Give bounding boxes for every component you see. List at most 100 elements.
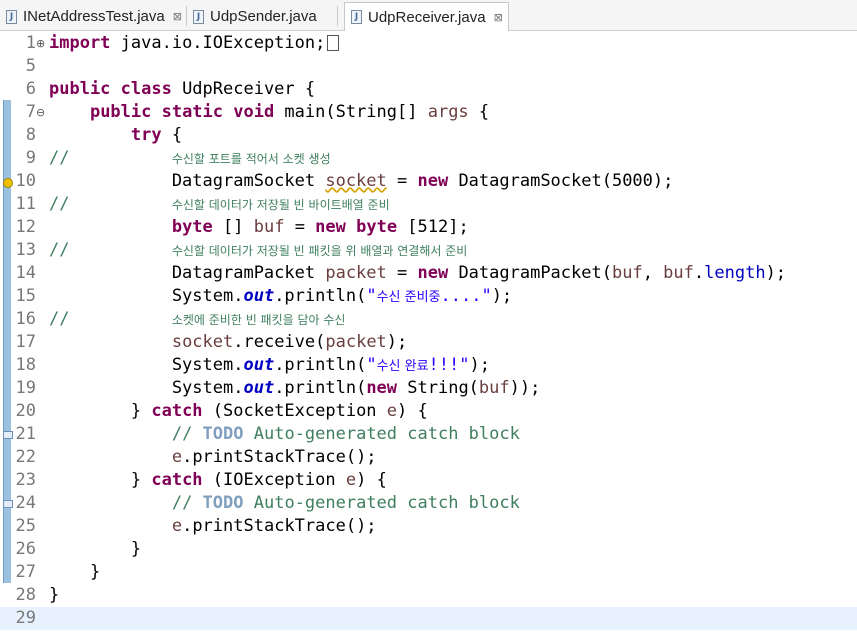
code-text: import java.io.IOException; [49,32,340,55]
code-token: public static void [89,102,285,122]
code-token: try [130,125,162,145]
code-token: String( [397,378,479,398]
code-line[interactable]: 19 System.out.println(new String(buf)); [0,377,857,400]
close-tab-icon[interactable]: ⊠ [173,10,182,23]
code-line[interactable]: 29 [0,607,857,630]
code-token: // [171,424,203,444]
code-line[interactable]: 5 [0,55,857,78]
code-token: System. [49,378,244,398]
code-text: // 수신할 데이터가 저장될 빈 바이트배열 준비 [49,193,390,216]
code-line[interactable]: 18 System.out.println("수신 완료!!!"); [0,354,857,377]
code-text: // 수신할 포트를 적어서 소켓 생성 [49,147,331,170]
code-line[interactable]: 8 try { [0,124,857,147]
code-line[interactable]: 27 } [0,561,857,584]
code-text: DatagramSocket socket = new DatagramSock… [49,170,674,193]
code-token: DatagramPacket( [448,263,612,283]
code-text: public class UdpReceiver { [49,78,315,101]
tab-label: UdpReceiver.java [368,8,486,26]
code-line[interactable]: 1 ⊕ import java.io.IOException; [0,32,857,55]
code-text: } catch (SocketException e) { [49,400,428,423]
code-token: ); [386,332,408,352]
code-token: out [243,355,275,375]
task-marker-icon[interactable] [3,431,13,439]
code-line[interactable]: 7 ⊖ public static void main(String[] args… [0,101,857,124]
code-token: 수신할 포트를 적어서 소켓 생성 [171,152,331,166]
code-line[interactable]: 11// 수신할 데이터가 저장될 빈 바이트배열 준비 [0,193,857,216]
code-token: . [693,263,705,283]
code-line[interactable]: 21 // TODO Auto-generated catch block [0,423,857,446]
code-token: " [366,286,377,306]
task-marker-icon[interactable] [3,500,13,508]
code-line[interactable]: 17 socket.receive(packet); [0,331,857,354]
code-token: main(String[] [284,102,428,122]
code-line[interactable]: 15 System.out.println("수신 준비중...."); [0,285,857,308]
code-token: .println( [274,355,367,375]
code-token: , [642,263,664,283]
code-token: java.io.IOException; [120,33,326,53]
java-file-icon: J [351,10,362,24]
code-token: new [417,171,449,191]
code-token: public class [49,79,183,99]
code-token: 수신 완료 [376,359,429,374]
fold-collapse-icon[interactable]: ⊖ [36,101,48,124]
code-token: .println( [274,286,367,306]
code-token: new byte [315,217,408,237]
code-token: catch [151,401,203,421]
tab-udpsender[interactable]: J UdpSender.java [187,3,337,30]
code-line[interactable]: 14 DatagramPacket packet = new DatagramP… [0,262,857,285]
tab-udpreceiver[interactable]: J UdpReceiver.java ⊠ [344,2,509,31]
code-text: } [49,561,100,584]
folded-imports-box-icon[interactable] [327,35,340,51]
code-token: ) { [356,470,387,490]
code-line[interactable]: 6 public class UdpReceiver { [0,78,857,101]
code-text: byte [] buf = new byte [512]; [49,216,469,239]
code-text: } [49,538,141,561]
tab-label: UdpSender.java [210,8,317,25]
code-text: System.out.println(new String(buf)); [49,377,541,400]
code-line[interactable]: 25 e.printStackTrace(); [0,515,857,538]
code-token: // [49,240,172,260]
code-text: } catch (IOException e) { [49,469,387,492]
code-token: (SocketException [202,401,387,421]
change-bar [3,100,11,583]
code-text: System.out.println("수신 준비중...."); [49,285,512,308]
code-token: buf [478,378,510,398]
code-token: !!!" [428,355,470,375]
code-token: = [386,171,418,191]
code-token: { [468,102,490,122]
code-token: Auto-generated catch block [243,493,520,513]
code-token: } [49,401,152,421]
code-line[interactable]: 24 // TODO Auto-generated catch block [0,492,857,515]
code-token: [512]; [407,217,469,237]
code-line[interactable]: 26 } [0,538,857,561]
code-line[interactable]: 9// 수신할 포트를 적어서 소켓 생성 [0,147,857,170]
code-line[interactable]: 20 } catch (SocketException e) { [0,400,857,423]
tab-label: INetAddressTest.java [23,8,165,25]
code-editor[interactable]: 1 ⊕ import java.io.IOException; 5 6 public cl… [0,31,857,632]
code-token: socket [325,171,387,191]
code-token: 수신 준비중 [376,290,441,305]
fold-expand-icon[interactable]: ⊕ [36,32,48,55]
code-line[interactable]: 28} [0,584,857,607]
code-line[interactable]: 23 } catch (IOException e) { [0,469,857,492]
code-line[interactable]: 22 e.printStackTrace(); [0,446,857,469]
code-line[interactable]: 10 DatagramSocket socket = new DatagramS… [0,170,857,193]
code-token: socket [171,332,234,352]
code-token: ...." [440,286,492,306]
code-line[interactable]: 13// 수신할 데이터가 저장될 빈 패킷을 위 배열과 연결해서 준비 [0,239,857,262]
change-ruler [0,31,14,632]
close-tab-icon[interactable]: ⊠ [494,11,503,24]
code-token: .printStackTrace(); [182,447,377,467]
code-line[interactable]: 12 byte [] buf = new byte [512]; [0,216,857,239]
code-token: } [49,539,142,559]
code-line[interactable]: 16// 소켓에 준비한 빈 패킷을 담아 수신 [0,308,857,331]
code-token: new [366,378,398,398]
code-token: // [49,194,172,214]
code-text: // TODO Auto-generated catch block [49,423,520,446]
tab-inetaddresstest[interactable]: J INetAddressTest.java ⊠ [0,3,186,30]
warning-lightbulb-icon[interactable] [3,178,13,188]
